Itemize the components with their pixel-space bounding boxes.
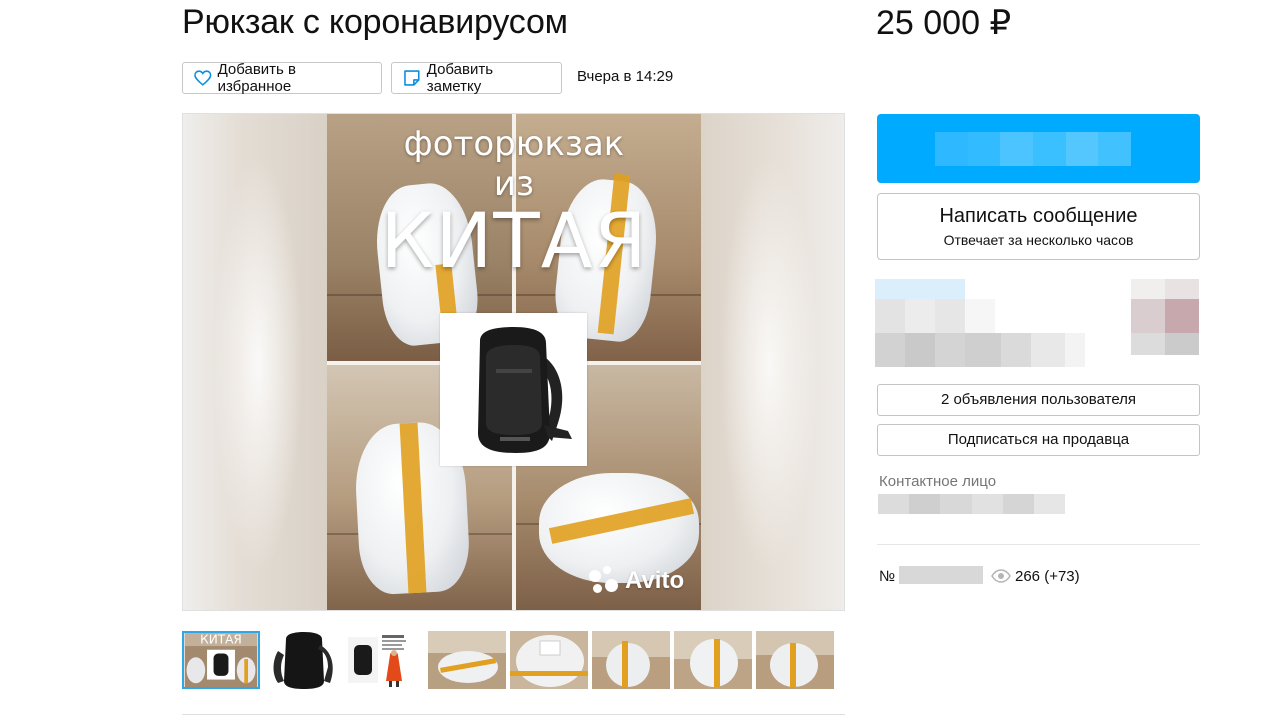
response-time-text: Отвечает за несколько часов [943,232,1134,248]
thumbnail-8[interactable] [756,631,834,689]
subscribe-seller-button[interactable]: Подписаться на продавца [877,424,1200,456]
user-ads-button[interactable]: 2 объявления пользователя [877,384,1200,416]
listing-title: Рюкзак с коронавирусом [182,3,568,41]
content-divider [182,714,845,715]
thumbnail-4[interactable] [428,631,506,689]
sidebar-divider [877,544,1200,545]
ad-number-label: № [879,568,896,585]
gallery-blur-left [183,114,327,610]
thumbnail-6[interactable] [592,631,670,689]
listing-price: 25 000 ₽ [876,4,1012,42]
thumbnail-5[interactable] [510,631,588,689]
thumbnail-3[interactable] [346,631,424,689]
add-note-label: Добавить заметку [426,61,494,95]
add-to-favorites-label: Добавить в избранное [217,61,296,95]
show-phone-button[interactable] [877,114,1200,183]
seller-info-blurred [875,279,1200,367]
photo-caption-line-3: КИТАЯ [380,196,648,285]
gallery-blur-right [699,114,844,610]
photo-caption-line-1: фоторюкзак [403,124,625,164]
svg-text:КИТАЯ: КИТАЯ [200,633,242,646]
phone-number-blurred [935,132,1132,166]
contact-person-label: Контактное лицо [879,473,997,490]
add-note-button[interactable]: Добавить заметку [391,61,562,95]
views-count: 266 (+73) [1015,568,1080,585]
ad-number-blurred [899,566,983,584]
heart-icon [194,70,212,86]
note-icon [404,70,420,86]
backpack-image [440,313,587,466]
avito-logo-icon [589,566,619,596]
main-photo[interactable]: фоторюкзак из КИТАЯ Avito [327,114,701,610]
write-message-button[interactable]: Написать сообщение Отвечает за несколько… [877,193,1200,260]
write-message-label: Написать сообщение [939,205,1138,227]
avito-watermark: Avito [589,566,684,596]
contact-name-blurred [878,494,1066,514]
thumbnail-1[interactable]: КИТАЯ [182,631,260,689]
thumbnail-2[interactable] [264,631,342,689]
avito-watermark-text: Avito [625,567,685,594]
listing-date: Вчера в 14:29 [577,68,674,85]
add-to-favorites-button[interactable]: Добавить в избранное [182,61,382,95]
thumbnail-strip: КИТАЯ [182,631,845,690]
thumbnail-7[interactable] [674,631,752,689]
photo-gallery[interactable]: фоторюкзак из КИТАЯ Avito [182,113,845,611]
eye-icon [991,569,1011,583]
